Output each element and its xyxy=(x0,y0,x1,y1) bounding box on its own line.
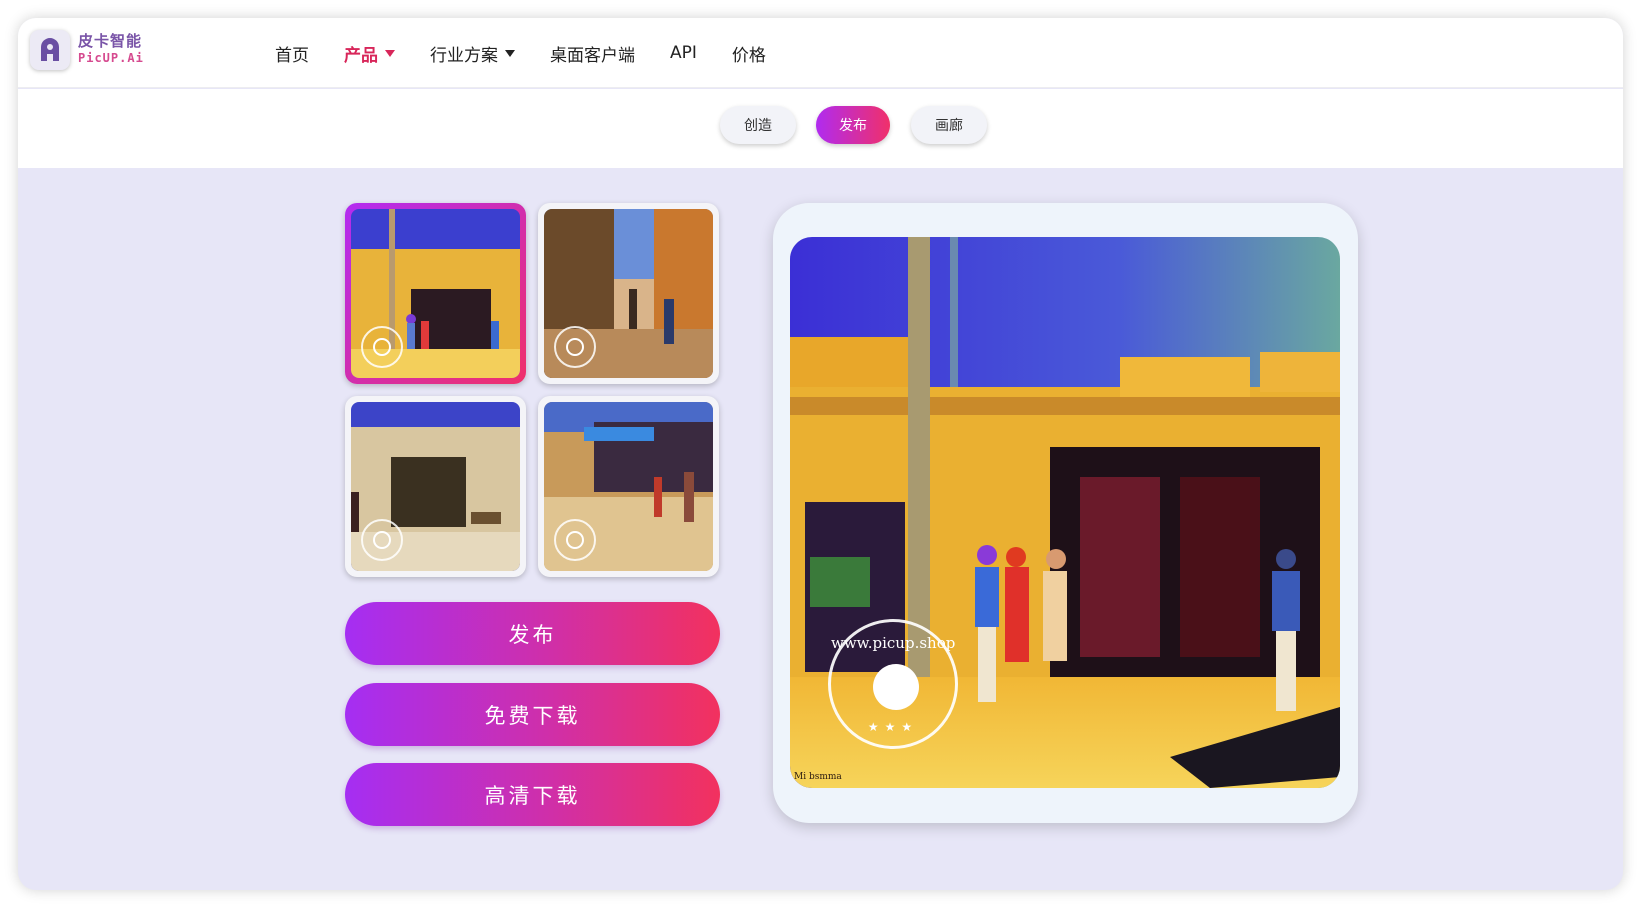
nav-api[interactable]: API xyxy=(670,43,697,63)
nav-desktop-client[interactable]: 桌面客户端 xyxy=(550,41,635,66)
watermark-icon xyxy=(361,519,403,561)
thumbnail-1[interactable] xyxy=(345,203,526,384)
watermark-icon xyxy=(554,326,596,368)
thumbnail-2[interactable] xyxy=(538,203,719,384)
nav-api-label: API xyxy=(670,43,697,63)
top-navbar: 皮卡智能 PicUP.Ai 首页 产品 行业方案 桌面客户端 API 价格 xyxy=(18,18,1623,88)
nav-pricing-label: 价格 xyxy=(731,45,766,66)
app-window: 皮卡智能 PicUP.Ai 首页 产品 行业方案 桌面客户端 API 价格 创造… xyxy=(18,18,1623,890)
nav-solutions-label: 行业方案 xyxy=(430,45,498,66)
thumbnail-image xyxy=(351,402,520,571)
painting-signature: Mi bsmma xyxy=(794,772,842,782)
nav-desktop-label: 桌面客户端 xyxy=(550,45,635,66)
tab-create[interactable]: 创造 xyxy=(720,106,796,144)
watermark-text: www.picup.shop xyxy=(831,634,956,652)
thumbnail-image xyxy=(544,402,713,571)
main-nav: 首页 产品 行业方案 桌面客户端 API 价格 xyxy=(275,18,801,88)
free-download-button[interactable]: 免费下载 xyxy=(345,683,720,746)
logo-icon xyxy=(30,30,70,70)
watermark-icon xyxy=(554,519,596,561)
preview-image: www.picup.shop ★★★ Mi bsmma xyxy=(790,237,1340,788)
watermark-icon xyxy=(361,326,403,368)
watermark-stamp-icon: www.picup.shop ★★★ xyxy=(828,619,958,749)
tab-gallery[interactable]: 画廊 xyxy=(911,106,987,144)
publish-button[interactable]: 发布 xyxy=(345,602,720,665)
logo-name-cn: 皮卡智能 xyxy=(78,32,143,50)
nav-solutions[interactable]: 行业方案 xyxy=(430,41,515,66)
nav-products-label: 产品 xyxy=(344,45,378,66)
caret-down-icon xyxy=(385,49,395,57)
nav-home-label: 首页 xyxy=(275,45,309,66)
thumbnail-image xyxy=(351,209,520,378)
nav-products[interactable]: 产品 xyxy=(344,41,395,66)
thumbnail-4[interactable] xyxy=(538,396,719,577)
caret-down-icon xyxy=(505,49,515,57)
thumbnail-image xyxy=(544,209,713,378)
nav-home[interactable]: 首页 xyxy=(275,41,309,66)
brand-logo[interactable]: 皮卡智能 PicUP.Ai xyxy=(30,30,144,70)
sub-tab-bar: 创造 发布 画廊 xyxy=(18,89,1623,168)
logo-name-en: PicUP.Ai xyxy=(78,51,144,65)
thumbnail-3[interactable] xyxy=(345,396,526,577)
nav-pricing[interactable]: 价格 xyxy=(732,41,766,66)
preview-card: www.picup.shop ★★★ Mi bsmma xyxy=(773,203,1358,823)
hd-download-button[interactable]: 高清下载 xyxy=(345,763,720,826)
tab-publish[interactable]: 发布 xyxy=(816,106,890,144)
